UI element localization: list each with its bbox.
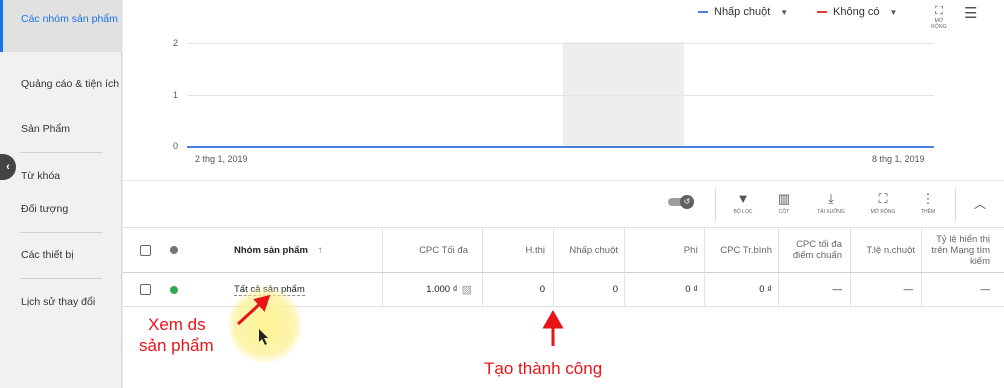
arrow-up-icon xyxy=(542,309,564,346)
annotation-view-products-line1: Xem ds xyxy=(148,315,206,334)
arrow-to-product-group-icon xyxy=(236,294,271,326)
mouse-cursor-icon xyxy=(259,329,268,345)
annotation-view-products-line2: sản phẩm xyxy=(139,336,214,355)
annotation-created-success: Tạo thành công xyxy=(484,359,603,378)
